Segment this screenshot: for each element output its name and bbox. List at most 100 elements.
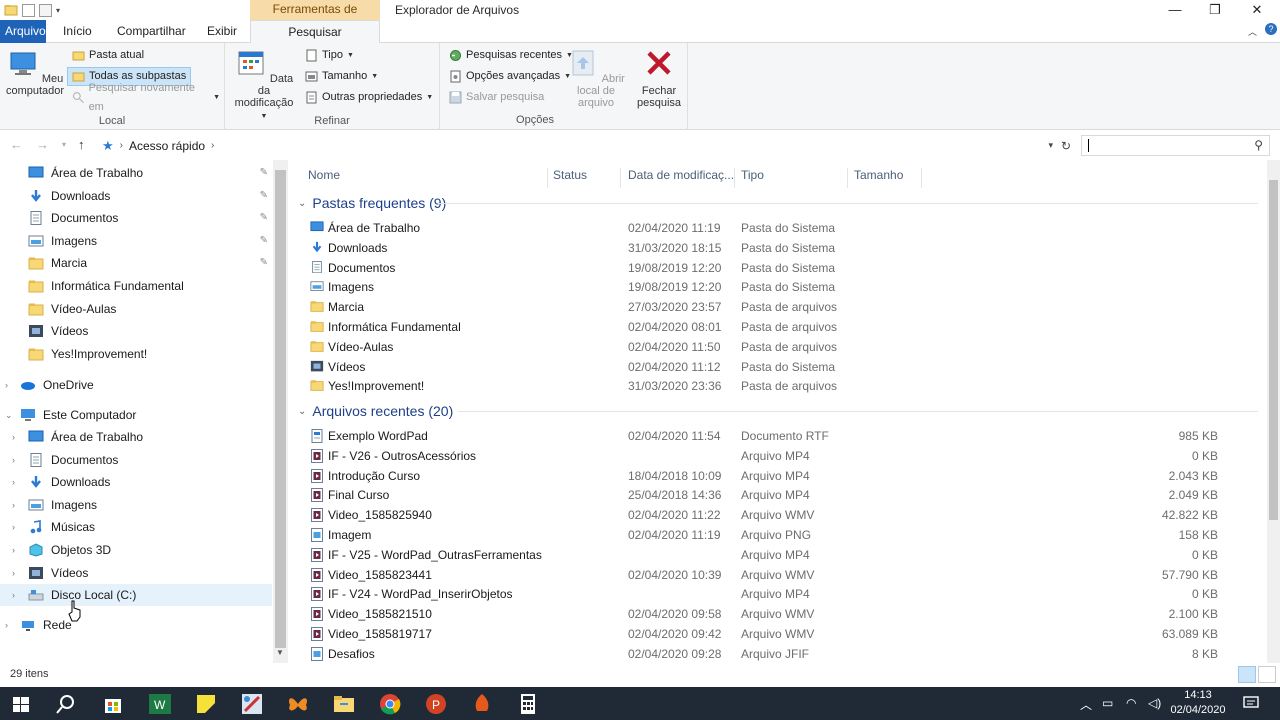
volume-icon[interactable]: ◁) (1148, 696, 1161, 710)
butterfly-icon[interactable] (285, 691, 311, 717)
breadcrumb-separator-icon[interactable]: › (211, 140, 214, 151)
up-arrow-icon[interactable]: ↑ (78, 137, 85, 152)
store-icon[interactable] (100, 691, 126, 717)
tab-view[interactable]: Exibir (199, 20, 245, 43)
nav-pc-item[interactable]: › Músicas (0, 516, 272, 538)
nav-quick-item[interactable]: Informática Fundamental (0, 275, 272, 297)
file-row[interactable]: Introdução Curso 18/04/2018 10:09 Arquivo … (308, 466, 1218, 486)
sticky-notes-icon[interactable] (193, 691, 219, 717)
details-view-icon[interactable] (1238, 666, 1256, 683)
current-folder-button[interactable]: Pasta atual (68, 46, 148, 65)
column-size[interactable]: Tamanho (854, 168, 922, 188)
wifi-icon[interactable]: ◠ (1126, 696, 1136, 710)
nav-pc-item[interactable]: › Vídeos (0, 562, 272, 584)
close-window-button[interactable]: ✕ (1234, 0, 1280, 20)
this-pc-button[interactable]: Meu computador (4, 47, 66, 97)
nav-quick-item[interactable]: Yes!Improvement! (0, 343, 272, 365)
address-dropdown-icon[interactable]: ▾ (1048, 140, 1053, 151)
file-row[interactable]: Video_1585825940 02/04/2020 11:22 Arquivo … (308, 505, 1218, 525)
file-row[interactable]: Área de Trabalho 02/04/2020 11:19 Pasta do… (308, 218, 1218, 238)
expand-chevron-icon[interactable]: › (12, 522, 22, 532)
file-row[interactable]: Exemplo WordPad 02/04/2020 11:54 Documento… (308, 426, 1218, 446)
file-explorer-icon[interactable] (331, 691, 357, 717)
battery-icon[interactable]: ▭ (1102, 696, 1113, 710)
nav-scroll-down-icon[interactable]: ▼ (276, 648, 284, 657)
back-arrow-icon[interactable]: ← (10, 137, 23, 152)
nav-scrollbar-thumb[interactable] (275, 170, 286, 648)
expand-chevron-icon[interactable]: › (12, 500, 22, 510)
address-bar[interactable]: ★ › Acesso rápido › ▾ ↻ (97, 135, 1074, 156)
file-row[interactable]: Marcia 27/03/2020 23:57 Pasta de arquivos (308, 297, 1218, 317)
qat-dropdown-icon[interactable]: ▾ (56, 6, 60, 15)
expand-chevron-icon[interactable]: › (12, 432, 22, 442)
chrome-icon[interactable] (377, 691, 403, 717)
expand-chevron-icon[interactable]: › (5, 620, 15, 630)
nav-this-pc[interactable]: ⌄ Este Computador (0, 404, 272, 426)
properties-icon[interactable] (22, 3, 35, 17)
group-header-recent[interactable]: ⌄ Arquivos recentes (20) (298, 401, 453, 421)
advanced-options-button[interactable]: Opções avançadas ▼ (445, 67, 575, 86)
tab-home[interactable]: Início (55, 20, 100, 43)
forward-arrow-icon[interactable]: → (36, 137, 49, 152)
list-scrollbar-thumb[interactable] (1269, 180, 1278, 520)
new-folder-icon[interactable] (39, 3, 52, 17)
nav-quick-item[interactable]: Vídeo-Aulas (0, 298, 272, 320)
nav-pc-item[interactable]: › Documentos (0, 449, 272, 471)
file-row[interactable]: IF - V25 - WordPad_OutrasFerramentas Arqu… (308, 545, 1218, 565)
expand-chevron-icon[interactable]: › (12, 545, 22, 555)
refresh-icon[interactable]: ↻ (1061, 139, 1071, 153)
nav-onedrive[interactable]: › OneDrive (0, 374, 272, 396)
other-properties-button[interactable]: Outras propriedades ▼ (301, 88, 437, 107)
large-icons-view-icon[interactable] (1258, 666, 1276, 683)
file-row[interactable]: IF - V24 - WordPad_InserirObjetos Arquivo… (308, 584, 1218, 604)
search-again-button[interactable]: Pesquisar novamente em ▼ (68, 82, 224, 113)
collapse-ribbon-icon[interactable]: ︿ (1248, 25, 1257, 38)
file-row[interactable]: Yes!Improvement! 31/03/2020 23:36 Pasta de… (308, 376, 1218, 396)
type-button[interactable]: Tipo ▼ (301, 46, 358, 65)
nav-quick-item[interactable]: Downloads ✎ (0, 185, 272, 207)
expand-chevron-icon[interactable]: › (12, 455, 22, 465)
file-row[interactable]: Final Curso 25/04/2018 14:36 Arquivo MP4 2.… (308, 485, 1218, 505)
column-name[interactable]: Nome (308, 168, 548, 188)
file-row[interactable]: Video_1585823441 02/04/2020 10:39 Arquivo … (308, 565, 1218, 585)
file-row[interactable]: Imagem 02/04/2020 11:19 Arquivo PNG 158 KB (308, 525, 1218, 545)
nav-quick-item[interactable]: Vídeos (0, 320, 272, 342)
start-icon[interactable] (8, 691, 34, 717)
expand-chevron-icon[interactable]: › (5, 380, 15, 390)
tab-file[interactable]: Arquivo (0, 20, 46, 43)
expand-chevron-icon[interactable]: › (12, 590, 22, 600)
file-row[interactable]: Downloads 31/03/2020 18:15 Pasta do Sistem… (308, 238, 1218, 258)
taskbar-clock[interactable]: 14:13 02/04/2020 (1168, 688, 1228, 718)
nav-pc-item[interactable]: › Imagens (0, 494, 272, 516)
file-row[interactable]: Vídeos 02/04/2020 11:12 Pasta do Sistema (308, 357, 1218, 377)
pin-icon[interactable]: ✎ (260, 212, 268, 223)
date-modified-button[interactable]: Data da modificação ▼ (230, 47, 298, 123)
file-row[interactable]: Imagens 19/08/2019 12:20 Pasta do Sistema (308, 277, 1218, 297)
paint-icon[interactable] (239, 691, 265, 717)
file-row[interactable]: Vídeo-Aulas 02/04/2020 11:50 Pasta de arqu… (308, 337, 1218, 357)
nav-pc-item[interactable]: › Área de Trabalho (0, 426, 272, 448)
expand-chevron-icon[interactable]: › (12, 568, 22, 578)
column-type[interactable]: Tipo (741, 168, 848, 188)
app-icon[interactable] (469, 691, 495, 717)
show-hidden-icons-icon[interactable]: ︿ (1080, 696, 1092, 713)
nav-network[interactable]: › Rede (0, 614, 272, 636)
excel-icon[interactable]: W (147, 691, 173, 717)
nav-pc-item[interactable]: › Downloads (0, 471, 272, 493)
pin-icon[interactable]: ✎ (260, 257, 268, 268)
group-header-frequent[interactable]: ⌄ Pastas frequentes (9) (298, 193, 446, 213)
save-search-button[interactable]: Salvar pesquisa (445, 88, 548, 107)
nav-pc-item[interactable]: › Disco Local (C:) (0, 584, 272, 607)
open-file-location-button[interactable]: Abrir local de arquivo (566, 47, 626, 109)
nav-quick-item[interactable]: Imagens ✎ (0, 230, 272, 252)
nav-quick-item[interactable]: Área de Trabalho ✎ (0, 162, 272, 184)
recent-searches-button[interactable]: Pesquisas recentes ▼ (445, 46, 577, 65)
column-date[interactable]: Data de modificaç... (628, 168, 735, 188)
file-row[interactable]: Video_1585821510 02/04/2020 09:58 Arquivo … (308, 604, 1218, 624)
tab-share[interactable]: Compartilhar (109, 20, 194, 43)
search-input[interactable]: ⚲ (1081, 135, 1270, 156)
column-status[interactable]: Status (553, 168, 621, 188)
help-icon[interactable]: ? (1265, 23, 1277, 35)
notifications-icon[interactable] (1243, 695, 1259, 711)
powerpoint-icon[interactable]: P (423, 691, 449, 717)
